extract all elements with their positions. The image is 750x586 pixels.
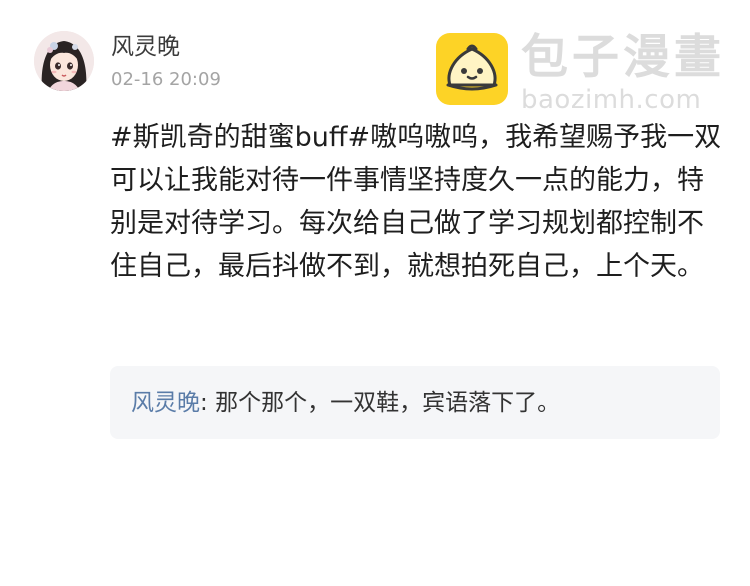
watermark-title: 包子漫畫 — [521, 30, 725, 85]
avatar-illustration-icon — [34, 31, 94, 91]
weibo-post: 风灵晚 02-16 20:09 包子漫畫 baozimh.com #斯凯奇的甜蜜… — [0, 0, 750, 586]
bun-mascot-icon — [436, 33, 508, 105]
comment-box[interactable]: 风灵晚: 那个那个，一双鞋，宾语落下了。 — [110, 366, 720, 439]
post-timestamp: 02-16 20:09 — [111, 69, 221, 90]
comment-author[interactable]: 风灵晚 — [131, 390, 200, 416]
comment-separator: : — [200, 390, 216, 416]
post-content: #斯凯奇的甜蜜buff#嗷呜嗷呜，我希望赐予我一双可以让我能对待一件事情坚持度久… — [110, 122, 722, 282]
comment-text-line: 风灵晚: 那个那个，一双鞋，宾语落下了。 — [131, 387, 560, 419]
site-watermark: 包子漫畫 baozimh.com — [436, 30, 726, 115]
username[interactable]: 风灵晚 — [111, 32, 180, 62]
watermark-domain: baozimh.com — [521, 85, 702, 115]
avatar[interactable] — [34, 31, 94, 91]
comment-body: 那个那个，一双鞋，宾语落下了。 — [215, 390, 561, 416]
